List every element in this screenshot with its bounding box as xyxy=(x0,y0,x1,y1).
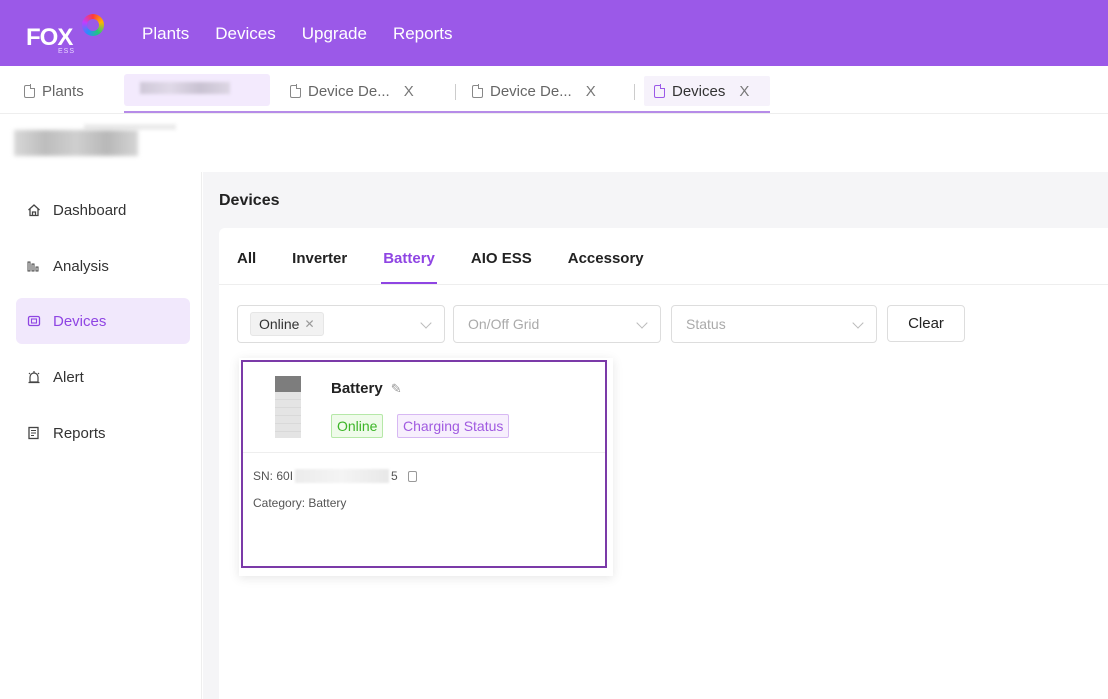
device-name-text: Battery xyxy=(331,380,383,397)
sidebar: Dashboard Analysis Devices Alert Reports xyxy=(0,172,202,699)
bar-chart-icon xyxy=(27,259,41,273)
foxess-logo[interactable]: FOX ESS xyxy=(26,12,106,58)
document-icon xyxy=(472,84,484,98)
nav-devices[interactable]: Devices xyxy=(215,24,275,44)
tab-battery[interactable]: Battery xyxy=(381,250,437,284)
plant-name-redacted xyxy=(14,124,176,158)
sn-suffix: 5 xyxy=(391,469,398,483)
main-content: Devices All Inverter Battery AIO ESS Acc… xyxy=(203,172,1108,699)
page-title: Devices xyxy=(219,192,280,209)
device-name: Battery ✎ xyxy=(331,380,402,397)
sidebar-item-alert[interactable]: Alert xyxy=(16,354,190,400)
sidebar-item-label: Devices xyxy=(53,312,107,330)
category-value: Battery xyxy=(308,496,347,510)
edit-icon[interactable]: ✎ xyxy=(391,381,402,397)
online-badge: Online xyxy=(331,414,384,438)
document-icon xyxy=(654,84,666,98)
tab-divider xyxy=(455,84,456,100)
chevron-down-icon xyxy=(636,317,648,329)
redacted-text xyxy=(14,130,138,156)
tab-label: Device De... xyxy=(490,82,572,100)
home-icon xyxy=(27,203,41,217)
report-icon xyxy=(27,426,41,440)
tab-device-detail-2[interactable]: Device De... X xyxy=(472,76,596,106)
chevron-down-icon xyxy=(420,317,432,329)
card-divider xyxy=(243,452,605,453)
tab-device-detail-1[interactable]: Device De... X xyxy=(290,76,414,106)
document-icon xyxy=(24,84,36,98)
battery-image xyxy=(275,376,301,438)
sidebar-item-reports[interactable]: Reports xyxy=(16,410,190,456)
sidebar-item-analysis[interactable]: Analysis xyxy=(16,243,190,289)
sn-label: SN: xyxy=(253,469,274,483)
document-icon xyxy=(290,84,302,98)
status-select[interactable]: Status xyxy=(671,305,877,343)
tabs-divider xyxy=(219,284,1108,285)
sidebar-item-label: Analysis xyxy=(53,257,109,275)
tab-divider xyxy=(634,84,635,100)
nav-reports[interactable]: Reports xyxy=(393,24,453,44)
close-icon[interactable]: X xyxy=(739,83,749,100)
top-navbar: FOX ESS Plants Devices Upgrade Reports xyxy=(0,0,1108,66)
tab-inverter[interactable]: Inverter xyxy=(292,250,347,284)
tab-label: Device De... xyxy=(308,82,390,100)
devices-panel: All Inverter Battery AIO ESS Accessory O… xyxy=(219,228,1108,699)
tab-aio-ess[interactable]: AIO ESS xyxy=(471,250,532,284)
close-icon[interactable]: X xyxy=(586,83,596,100)
tab-plants[interactable]: Plants xyxy=(24,76,84,106)
serial-number: SN: 60I 5 xyxy=(253,469,417,483)
logo-subtext: ESS xyxy=(58,48,76,55)
page-tab-strip: Plants Device De... X Device De... X Dev… xyxy=(0,66,1108,114)
sidebar-item-label: Dashboard xyxy=(53,201,127,219)
category-tabs: All Inverter Battery AIO ESS Accessory xyxy=(237,250,680,284)
sidebar-item-label: Reports xyxy=(53,424,106,442)
grid-filter-placeholder: On/Off Grid xyxy=(468,316,540,332)
copy-icon[interactable] xyxy=(407,470,417,482)
sidebar-item-dashboard[interactable]: Dashboard xyxy=(16,187,190,233)
chip-remove-icon[interactable]: ✕ xyxy=(304,317,314,331)
redacted-text xyxy=(140,82,230,94)
tab-all[interactable]: All xyxy=(237,250,256,284)
redacted-text xyxy=(295,469,390,483)
status-placeholder: Status xyxy=(686,316,726,332)
charging-status-badge: Charging Status xyxy=(397,414,510,438)
chevron-down-icon xyxy=(852,317,864,329)
tab-accessory[interactable]: Accessory xyxy=(568,250,644,284)
nav-plants[interactable]: Plants xyxy=(142,24,189,44)
sidebar-item-devices[interactable]: Devices xyxy=(16,298,190,344)
sidebar-item-label: Alert xyxy=(53,368,84,386)
status-filter-select[interactable]: Online ✕ xyxy=(237,305,445,343)
tab-plant-redacted[interactable] xyxy=(124,74,270,106)
tab-label: Plants xyxy=(42,82,84,100)
tab-devices[interactable]: Devices X xyxy=(644,76,770,106)
device-card[interactable]: Battery ✎ Online Charging Status SN: 60I… xyxy=(241,360,607,568)
nav-upgrade[interactable]: Upgrade xyxy=(302,24,367,44)
tab-label: Devices xyxy=(672,82,726,100)
clear-button[interactable]: Clear xyxy=(887,305,965,342)
sn-prefix: 60I xyxy=(276,469,294,483)
chip-label: Online xyxy=(259,316,300,332)
status-chip: Online ✕ xyxy=(250,312,324,336)
device-icon xyxy=(27,314,41,328)
main-nav: Plants Devices Upgrade Reports xyxy=(142,24,452,44)
grid-filter-select[interactable]: On/Off Grid xyxy=(453,305,661,343)
logo-ring-icon xyxy=(82,14,104,36)
active-tab-underline xyxy=(124,111,770,113)
close-icon[interactable]: X xyxy=(404,83,414,100)
device-category: Category: Battery xyxy=(253,496,346,510)
category-label: Category: xyxy=(253,496,306,510)
alarm-icon xyxy=(27,370,41,384)
